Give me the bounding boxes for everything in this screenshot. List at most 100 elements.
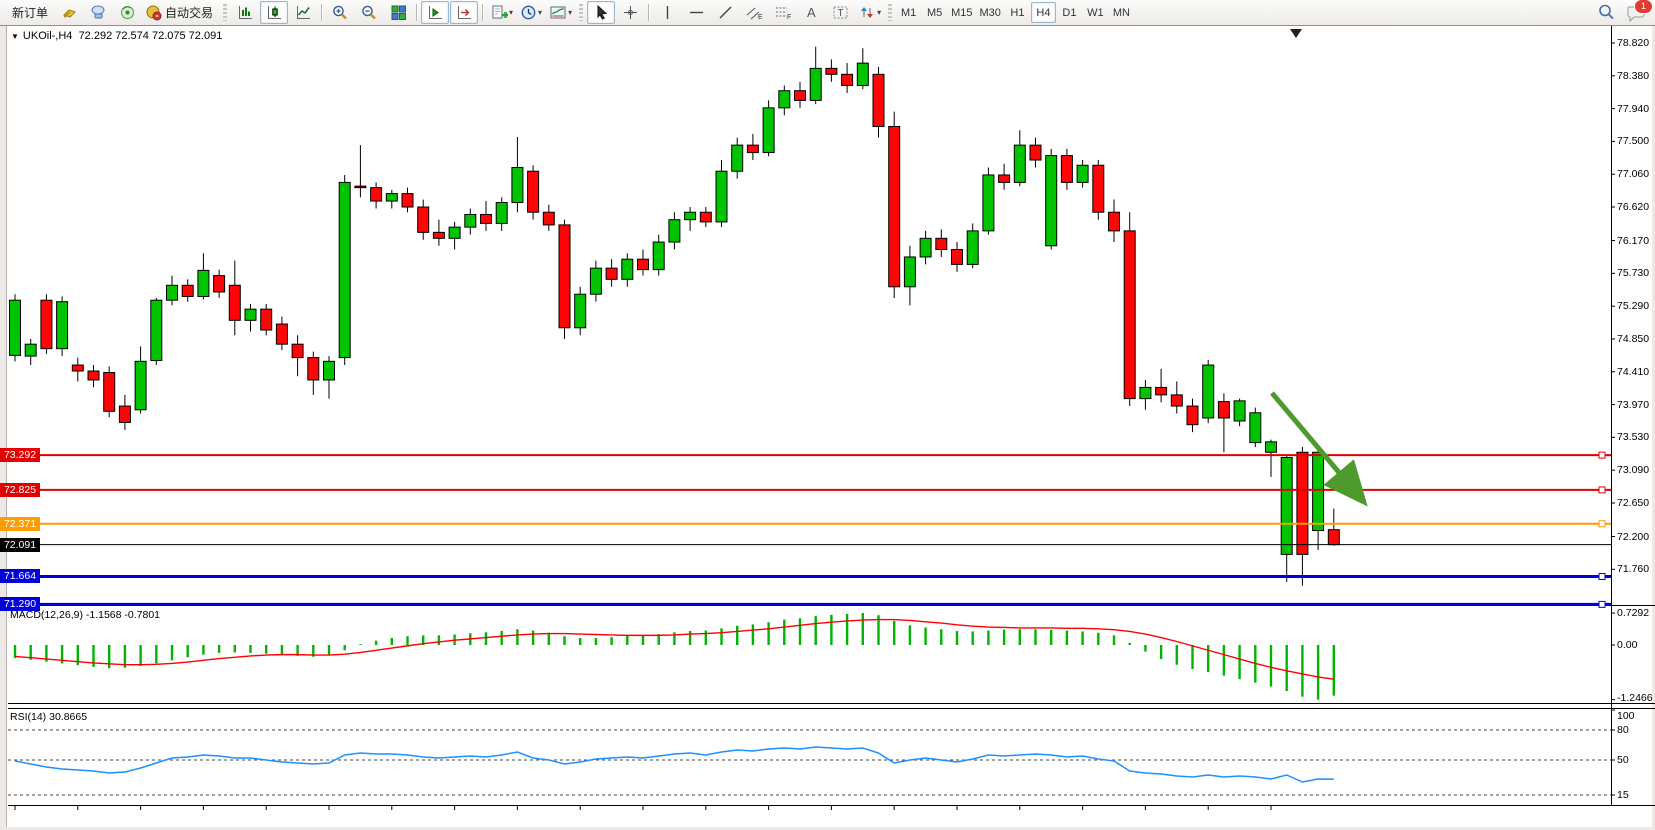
text-label-tool-icon[interactable]: T xyxy=(827,1,855,24)
candle xyxy=(88,371,99,380)
timeframe-m30-button[interactable]: M30 xyxy=(977,2,1004,23)
bar-chart-icon[interactable] xyxy=(231,1,259,24)
candle xyxy=(873,74,884,126)
trading-app-window: 78.82078.38077.94077.50077.06076.62076.1… xyxy=(0,0,1655,830)
rsi-indicator-label: RSI(14) 30.8665 xyxy=(10,711,87,723)
chevron-down-icon[interactable]: ▾ xyxy=(568,8,572,17)
candle xyxy=(355,186,366,187)
candle xyxy=(889,126,900,286)
candle xyxy=(1077,165,1088,182)
svg-text:A: A xyxy=(807,5,816,20)
candlestick-chart-icon[interactable] xyxy=(260,1,288,24)
candle xyxy=(512,167,523,202)
trend-arrow-object[interactable] xyxy=(1272,393,1358,495)
svg-text:F: F xyxy=(787,14,791,21)
fibonacci-tool-icon[interactable]: F xyxy=(769,1,797,24)
candle xyxy=(229,285,240,320)
equidistant-channel-tool-icon[interactable]: E xyxy=(740,1,768,24)
line-chart-icon[interactable] xyxy=(289,1,317,24)
candle xyxy=(1124,231,1135,399)
line-handle[interactable] xyxy=(9,601,15,607)
tile-windows-icon[interactable] xyxy=(384,1,412,24)
candles-layer xyxy=(10,47,1340,586)
template-button[interactable]: ▾ xyxy=(546,1,575,24)
vertical-line-tool-icon[interactable] xyxy=(653,1,681,24)
zoom-out-icon[interactable] xyxy=(355,1,383,24)
trade-book-icon[interactable] xyxy=(55,1,83,24)
market-watch-icon[interactable] xyxy=(84,1,112,24)
trendline-tool-icon[interactable] xyxy=(711,1,739,24)
toolbar-grip[interactable] xyxy=(579,4,583,21)
candle xyxy=(481,214,492,223)
text-tool-icon[interactable]: A xyxy=(798,1,826,24)
timeframe-h4-button[interactable]: H4 xyxy=(1031,2,1056,23)
candle xyxy=(606,268,617,279)
candle xyxy=(1281,457,1292,554)
cursor-icon[interactable] xyxy=(587,1,615,24)
chevron-down-icon[interactable]: ▾ xyxy=(509,8,513,17)
candle xyxy=(1140,387,1151,398)
timeframe-m5-button[interactable]: M5 xyxy=(922,2,947,23)
candle xyxy=(41,300,52,348)
candle xyxy=(151,300,162,360)
timeframe-m15-button[interactable]: M15 xyxy=(948,2,975,23)
candle xyxy=(1218,402,1229,418)
candle xyxy=(638,259,649,269)
candle xyxy=(936,238,947,249)
crosshair-icon[interactable] xyxy=(616,1,644,24)
arrows-tool-icon[interactable]: ▾ xyxy=(856,1,884,24)
candle xyxy=(1109,212,1120,231)
chart-ohlc-values: 72.292 72.574 72.075 72.091 xyxy=(79,30,223,42)
candle xyxy=(826,68,837,74)
chart-area[interactable] xyxy=(0,0,1655,830)
candle xyxy=(1203,365,1214,418)
chat-icon[interactable]: 1 xyxy=(1626,4,1647,22)
timeframe-mn-button[interactable]: MN xyxy=(1109,2,1134,23)
chart-shift-icon[interactable] xyxy=(421,1,449,24)
horizontal-line-tool-icon[interactable] xyxy=(682,1,710,24)
candle xyxy=(449,227,460,238)
add-indicator-button[interactable]: ▾ xyxy=(487,1,516,24)
chevron-down-icon[interactable]: ▾ xyxy=(538,8,542,17)
signals-icon[interactable] xyxy=(113,1,141,24)
line-handle[interactable] xyxy=(1599,487,1605,493)
chart-collapse-icon[interactable]: ▼ xyxy=(11,32,19,41)
candle xyxy=(57,302,68,349)
macd-indicator-label: MACD(12,26,9) -1.1568 -0.7801 xyxy=(10,609,160,621)
new-order-button[interactable]: 新订单 xyxy=(6,2,54,23)
candle xyxy=(795,91,806,101)
rsi-values: 30.8665 xyxy=(49,711,87,723)
line-handle[interactable] xyxy=(9,573,15,579)
candle xyxy=(857,63,868,85)
candle xyxy=(1014,145,1025,182)
line-handle[interactable] xyxy=(1599,521,1605,527)
notification-badge: 1 xyxy=(1634,0,1653,14)
chart-canvas[interactable] xyxy=(0,0,1655,830)
candle xyxy=(386,194,397,201)
timeframe-m1-button[interactable]: M1 xyxy=(896,2,921,23)
rsi-line xyxy=(15,747,1334,782)
toolbar-grip[interactable] xyxy=(888,4,892,21)
line-handle[interactable] xyxy=(1599,573,1605,579)
auto-trading-button[interactable]: 自动交易 xyxy=(142,2,219,23)
zoom-in-icon[interactable] xyxy=(326,1,354,24)
search-icon[interactable] xyxy=(1597,3,1616,22)
candle xyxy=(1234,401,1245,421)
candle xyxy=(1266,442,1277,452)
toolbar-grip[interactable] xyxy=(223,4,227,21)
period-clock-button[interactable]: ▾ xyxy=(517,1,545,24)
timeframe-w1-button[interactable]: W1 xyxy=(1083,2,1108,23)
line-handle[interactable] xyxy=(1599,452,1605,458)
line-handle[interactable] xyxy=(1599,601,1605,607)
timeframe-h1-button[interactable]: H1 xyxy=(1005,2,1030,23)
candle xyxy=(496,203,507,224)
main-toolbar: 新订单 自动交易 xyxy=(0,0,1655,26)
candle xyxy=(324,361,335,380)
candle xyxy=(575,294,586,328)
candle xyxy=(465,214,476,227)
scroll-marker-icon xyxy=(1290,29,1302,38)
timeframe-d1-button[interactable]: D1 xyxy=(1057,2,1082,23)
candle xyxy=(1030,145,1041,160)
auto-scroll-icon[interactable] xyxy=(450,1,478,24)
chevron-down-icon[interactable]: ▾ xyxy=(877,8,881,17)
